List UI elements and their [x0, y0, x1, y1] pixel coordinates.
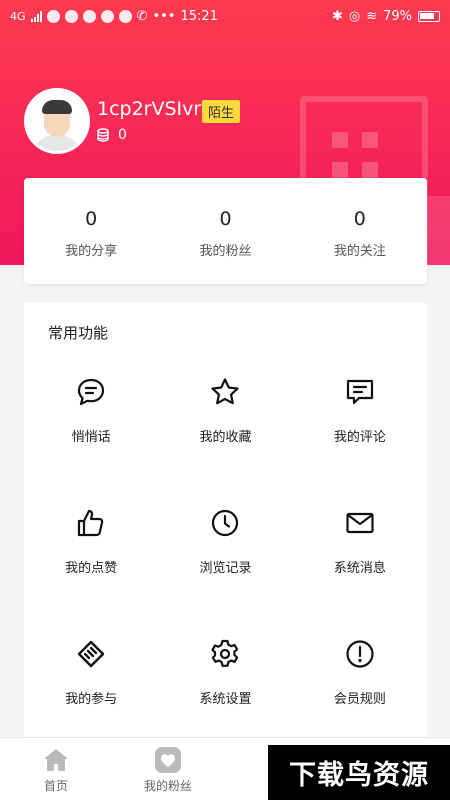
alert-icon [346, 640, 374, 668]
stats-card: 0 我的分享 0 我的粉丝 0 我的关注 [24, 178, 427, 284]
function-favorites[interactable]: 我的收藏 [158, 362, 292, 493]
star-icon [211, 378, 240, 405]
nav-home[interactable]: 首页 [0, 738, 112, 800]
clock-icon [212, 509, 239, 537]
signal-icon [30, 10, 42, 22]
section-title: 常用功能 [48, 324, 109, 342]
bluetooth-icon: ✱ [331, 8, 343, 24]
coin-balance: 0 [96, 127, 127, 143]
function-member-rules[interactable]: 会员规则 [293, 624, 427, 755]
function-history[interactable]: 浏览记录 [158, 493, 292, 624]
clock-time: 15:21 [180, 8, 218, 24]
function-label: 我的点赞 [65, 561, 118, 576]
gear-icon [211, 639, 239, 667]
function-comments[interactable]: 我的评论 [293, 362, 427, 493]
home-icon [44, 749, 68, 771]
coin-count: 0 [118, 127, 127, 143]
username: 1cp2rVSIvr [97, 98, 202, 120]
notification-icon [46, 9, 60, 23]
function-label: 悄悄话 [71, 430, 111, 445]
stat-value: 0 [353, 208, 366, 230]
stat-label: 我的粉丝 [199, 244, 252, 259]
battery-percent: 79% [383, 8, 412, 24]
coin-stack-icon [97, 128, 109, 142]
network-label: 4G [10, 9, 26, 23]
thumbs-up-icon [78, 509, 104, 537]
phone-icon: ✆ [136, 8, 148, 24]
stat-label: 我的分享 [65, 244, 118, 259]
comment-icon [346, 379, 373, 405]
watermark: 下载鸟资源 [268, 745, 450, 800]
function-label: 我的参与 [65, 692, 118, 707]
nav-label: 首页 [43, 779, 68, 793]
building-decoration-small [425, 196, 450, 265]
common-functions-card: 常用功能 悄悄话 我的收藏 我的评论 我的点赞 浏览记录 系统消息 我的参与 系… [24, 302, 427, 742]
function-label: 浏览记录 [199, 561, 252, 576]
function-likes[interactable]: 我的点赞 [24, 493, 158, 624]
stat-value: 0 [85, 208, 98, 230]
function-label: 我的评论 [333, 430, 386, 445]
function-label: 我的收藏 [199, 430, 252, 445]
more-icon: ••• [152, 8, 176, 24]
battery-icon [418, 10, 440, 22]
function-messages[interactable]: 系统消息 [293, 493, 427, 624]
stat-value: 0 [219, 208, 232, 230]
notification-icon [100, 9, 114, 23]
stat-shares[interactable]: 0 我的分享 [24, 178, 158, 284]
notification-icon [82, 9, 96, 23]
chat-bubble-icon [78, 378, 105, 406]
function-participation[interactable]: 我的参与 [24, 624, 158, 755]
stat-fans[interactable]: 0 我的粉丝 [158, 178, 292, 284]
stat-label: 我的关注 [333, 244, 386, 259]
handshake-icon [77, 640, 105, 668]
notification-icon [64, 9, 78, 23]
status-bar: 4G ✆ ••• 15:21 ✱ ◎ ≋ 79% [0, 0, 450, 32]
heart-icon [155, 747, 181, 773]
wifi-icon: ≋ [366, 8, 378, 24]
stat-following[interactable]: 0 我的关注 [293, 178, 427, 284]
nav-fans[interactable]: 我的粉丝 [112, 738, 224, 800]
function-label: 会员规则 [333, 692, 386, 707]
nav-label: 我的粉丝 [143, 779, 192, 793]
avatar[interactable] [24, 88, 90, 154]
envelope-icon [346, 512, 374, 534]
notification-icon [118, 9, 132, 23]
function-whisper[interactable]: 悄悄话 [24, 362, 158, 493]
function-label: 系统消息 [333, 561, 386, 576]
function-label: 系统设置 [199, 692, 252, 707]
member-badge: 陌生 [202, 100, 241, 123]
function-settings[interactable]: 系统设置 [158, 624, 292, 755]
mute-icon: ◎ [348, 8, 361, 24]
